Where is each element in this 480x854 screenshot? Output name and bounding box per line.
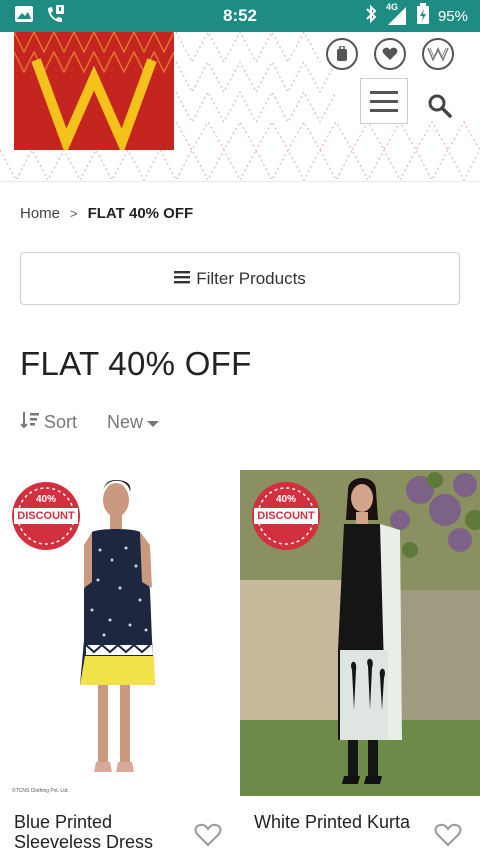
wishlist-heart-icon[interactable] bbox=[434, 822, 462, 848]
signal-icon: 4G bbox=[386, 2, 408, 26]
breadcrumb: Home > FLAT 40% OFF bbox=[20, 205, 193, 222]
image-copyright: ©TCNS Clothing Pvt. Ltd. bbox=[12, 788, 69, 794]
product-card[interactable]: 40% DISCOUNT ©TCNS Clothing Pvt. Ltd. Bl… bbox=[0, 470, 232, 852]
search-icon[interactable] bbox=[426, 92, 454, 120]
breadcrumb-current: FLAT 40% OFF bbox=[87, 205, 194, 222]
bluetooth-icon bbox=[364, 4, 378, 28]
badge-text: DISCOUNT bbox=[17, 510, 75, 522]
sort-label: Sort bbox=[44, 412, 78, 432]
breadcrumb-home[interactable]: Home bbox=[20, 205, 60, 222]
badge-percent: 40% bbox=[275, 494, 296, 505]
sort-new-dropdown[interactable]: New bbox=[107, 412, 160, 433]
wishlist-heart-icon[interactable] bbox=[194, 822, 222, 848]
battery-icon bbox=[416, 3, 430, 29]
badge-percent: 40% bbox=[35, 494, 56, 505]
product-image[interactable]: 40% DISCOUNT ©TCNS Clothing Pvt. Ltd. bbox=[0, 470, 232, 796]
brand-logo[interactable] bbox=[13, 32, 175, 156]
badge-text: DISCOUNT bbox=[257, 510, 315, 522]
sort-icon bbox=[20, 410, 40, 435]
menu-button[interactable] bbox=[360, 78, 408, 124]
sort-button[interactable]: Sort bbox=[20, 410, 77, 435]
breadcrumb-separator: > bbox=[70, 206, 78, 221]
product-name[interactable]: Blue Printed Sleeveless Dress bbox=[0, 812, 180, 852]
status-bar: 8:52 4G 95% bbox=[0, 0, 480, 32]
sort-new-label: New bbox=[107, 412, 144, 432]
sort-bar: Sort New bbox=[20, 410, 160, 435]
discount-badge: 40% DISCOUNT bbox=[250, 480, 322, 552]
list-icon bbox=[174, 269, 191, 289]
missed-call-notification-icon bbox=[44, 4, 66, 29]
product-image[interactable]: 40% DISCOUNT bbox=[240, 470, 480, 796]
hamburger-icon bbox=[370, 90, 398, 94]
product-name[interactable]: White Printed Kurta bbox=[240, 812, 440, 832]
filter-label: Filter Products bbox=[196, 268, 306, 288]
wishlist-icon[interactable] bbox=[374, 38, 406, 70]
filter-products-button[interactable]: Filter Products bbox=[20, 252, 460, 305]
account-w-icon[interactable] bbox=[422, 38, 454, 70]
bag-icon[interactable] bbox=[326, 38, 358, 70]
caret-down-icon bbox=[147, 412, 160, 433]
network-type: 4G bbox=[385, 2, 398, 12]
site-header bbox=[0, 32, 480, 182]
product-card[interactable]: 40% DISCOUNT White Printed Kurta bbox=[240, 470, 480, 847]
page-title: FLAT 40% OFF bbox=[20, 345, 252, 382]
gallery-notification-icon bbox=[14, 5, 34, 28]
discount-badge: 40% DISCOUNT bbox=[10, 480, 82, 552]
battery-percent: 95% bbox=[437, 7, 468, 25]
